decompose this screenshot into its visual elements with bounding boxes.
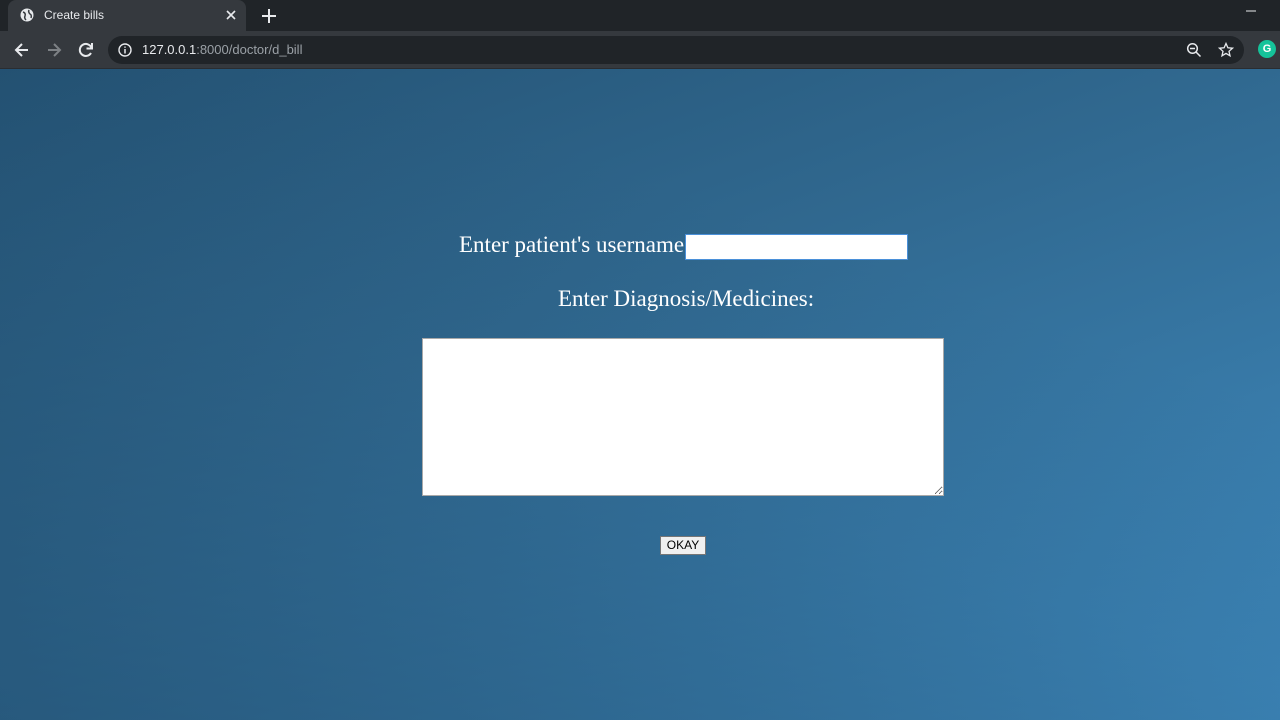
globe-icon bbox=[20, 8, 34, 22]
zoom-out-icon[interactable] bbox=[1186, 42, 1202, 58]
tab-strip: Create bills bbox=[0, 0, 1280, 31]
tab-create-bills[interactable]: Create bills bbox=[8, 0, 246, 31]
diagnosis-textarea[interactable] bbox=[422, 338, 944, 496]
create-bill-form: Enter patient's username: Enter Diagnosi… bbox=[0, 69, 1280, 720]
diagnosis-label: Enter Diagnosis/Medicines: bbox=[558, 286, 815, 311]
reload-icon[interactable] bbox=[76, 40, 96, 60]
browser-chrome: Create bills 127.0.0.1:8000/doctor/d_bil… bbox=[0, 0, 1280, 69]
username-input[interactable] bbox=[685, 234, 908, 260]
info-icon[interactable] bbox=[118, 43, 132, 57]
minimize-icon[interactable] bbox=[1244, 4, 1258, 18]
tab-title: Create bills bbox=[44, 8, 105, 22]
grammarly-extension-icon[interactable]: G bbox=[1258, 40, 1276, 58]
close-icon[interactable] bbox=[224, 8, 238, 22]
address-bar[interactable]: 127.0.0.1:8000/doctor/d_bill bbox=[108, 36, 1244, 64]
forward-arrow-icon[interactable] bbox=[44, 40, 64, 60]
page-content: Enter patient's username: Enter Diagnosi… bbox=[0, 69, 1280, 720]
toolbar: 127.0.0.1:8000/doctor/d_bill bbox=[0, 31, 1280, 69]
bookmark-star-icon[interactable] bbox=[1218, 42, 1234, 58]
back-arrow-icon[interactable] bbox=[12, 40, 32, 60]
username-label: Enter patient's username: bbox=[459, 232, 691, 257]
url-text: 127.0.0.1:8000/doctor/d_bill bbox=[142, 43, 302, 57]
url-host: 127.0.0.1 bbox=[142, 42, 197, 57]
new-tab-icon[interactable] bbox=[260, 7, 278, 25]
url-path: :8000/doctor/d_bill bbox=[196, 42, 303, 57]
okay-button[interactable]: OKAY bbox=[660, 536, 706, 555]
